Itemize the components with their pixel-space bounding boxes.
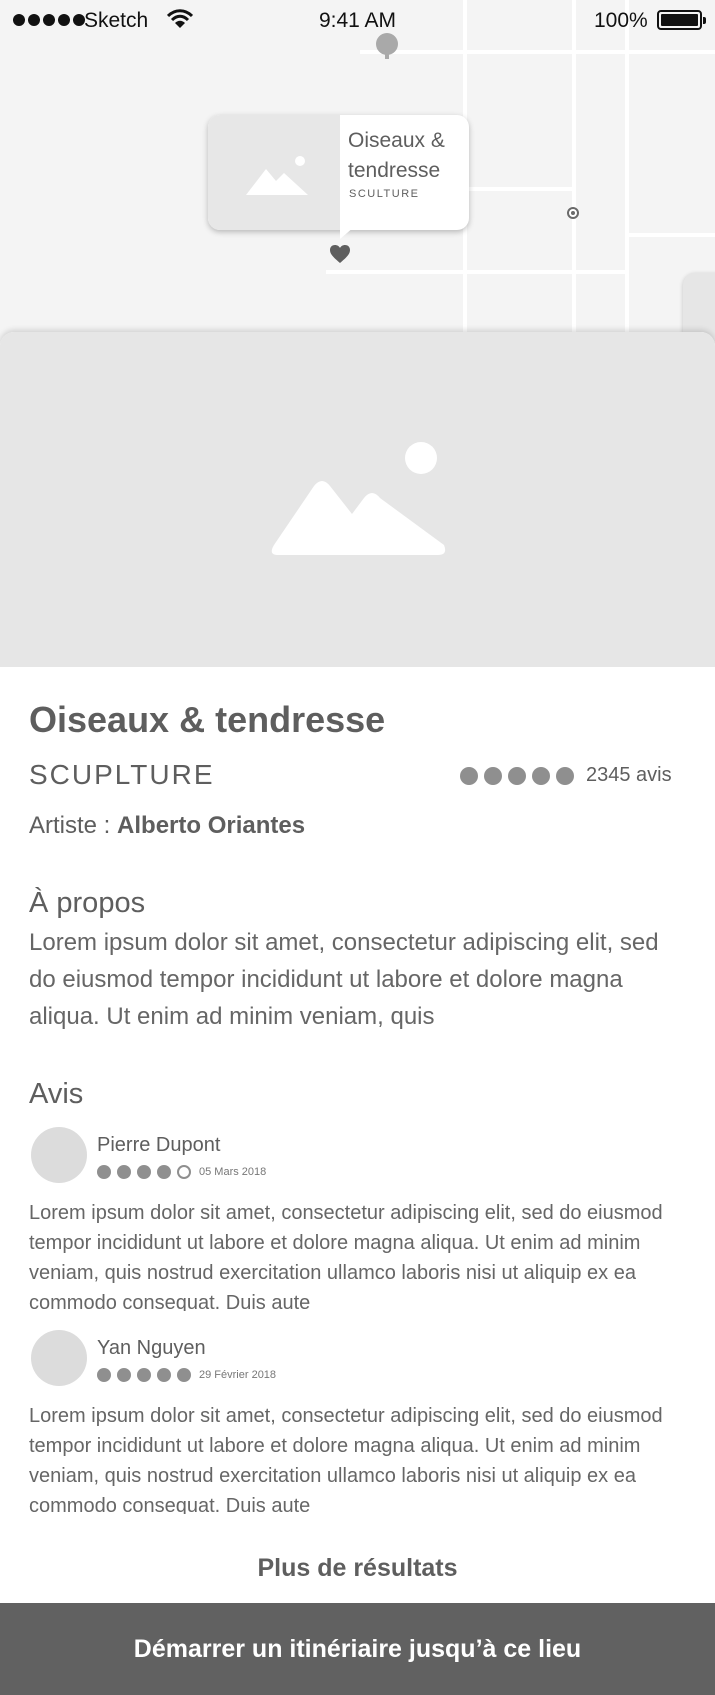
place-title: Oiseaux & tendresse	[29, 699, 386, 740]
map-road	[360, 50, 715, 54]
artist-label: Artiste :	[29, 812, 118, 839]
rating-dot	[137, 1165, 151, 1179]
place-category: SCUPLTURE	[29, 759, 215, 790]
rating-dot	[460, 766, 478, 785]
popup-title: Oiseaux & tendresse	[348, 129, 445, 182]
rating-dot	[117, 1165, 131, 1179]
review-count: 2345 avis	[586, 764, 672, 786]
battery-icon	[657, 10, 706, 30]
hero-image	[0, 332, 715, 667]
rating-dot	[157, 1165, 171, 1179]
reviewer-name[interactable]: Pierre Dupont	[97, 1134, 220, 1157]
review-rating: 05 Mars 2018	[97, 1165, 266, 1179]
map-view[interactable]: Oiseaux & tendresse SCULTURE	[0, 0, 715, 345]
heart-icon[interactable]	[329, 244, 351, 264]
about-text: Lorem ipsum dolor sit amet, consectetur …	[29, 929, 659, 1030]
map-popup-card[interactable]: Oiseaux & tendresse SCULTURE	[208, 115, 469, 239]
rating-dot-empty	[177, 1165, 191, 1179]
detail-sheet[interactable]: Oiseaux & tendresse SCUPLTURE 2345 avis …	[0, 332, 715, 1695]
review-text: Lorem ipsum dolor sit amet, consectetur …	[29, 1202, 663, 1311]
avatar[interactable]	[31, 1127, 87, 1183]
about-heading: À propos	[29, 887, 146, 919]
rating-dot	[97, 1368, 111, 1382]
review-date: 05 Mars 2018	[199, 1166, 267, 1178]
rating-dot	[532, 766, 550, 785]
reviewer-name[interactable]: Yan Nguyen	[97, 1337, 206, 1360]
rating-dot	[556, 766, 574, 785]
review-text: Lorem ipsum dolor sit amet, consectetur …	[29, 1405, 663, 1514]
rating-dot	[97, 1165, 111, 1179]
avatar[interactable]	[31, 1330, 87, 1386]
popup-thumbnail	[208, 115, 340, 230]
popup-category: SCULTURE	[349, 188, 420, 200]
popup-tail	[340, 227, 354, 239]
status-bar: Sketch 9:41 AM 100%	[0, 0, 715, 42]
rating-dot	[137, 1368, 151, 1382]
map-road	[629, 233, 715, 237]
rating-dot	[177, 1368, 191, 1382]
start-route-button[interactable]: Démarrer un itinériaire jusqu’à ce lieu	[0, 1603, 715, 1695]
map-road	[326, 270, 626, 274]
reviews-heading: Avis	[29, 1078, 84, 1110]
artist-name[interactable]: Alberto Oriantes	[117, 812, 305, 839]
review-date: 29 Février 2018	[199, 1369, 277, 1381]
artist-line: Artiste : Alberto Oriantes	[29, 812, 305, 840]
battery-percentage: 100%	[594, 9, 648, 32]
rating-dot	[117, 1368, 131, 1382]
more-results-link[interactable]: Plus de résultats	[0, 1554, 715, 1583]
review-rating: 29 Février 2018	[97, 1368, 276, 1382]
rating-dot	[508, 766, 526, 785]
target-icon[interactable]	[567, 207, 579, 219]
image-placeholder-icon	[271, 442, 446, 555]
map-road	[467, 187, 572, 191]
rating-dot	[157, 1368, 171, 1382]
image-placeholder-icon	[246, 156, 308, 195]
overall-rating[interactable]: 2345 avis	[460, 764, 672, 787]
rating-dot	[484, 766, 502, 785]
